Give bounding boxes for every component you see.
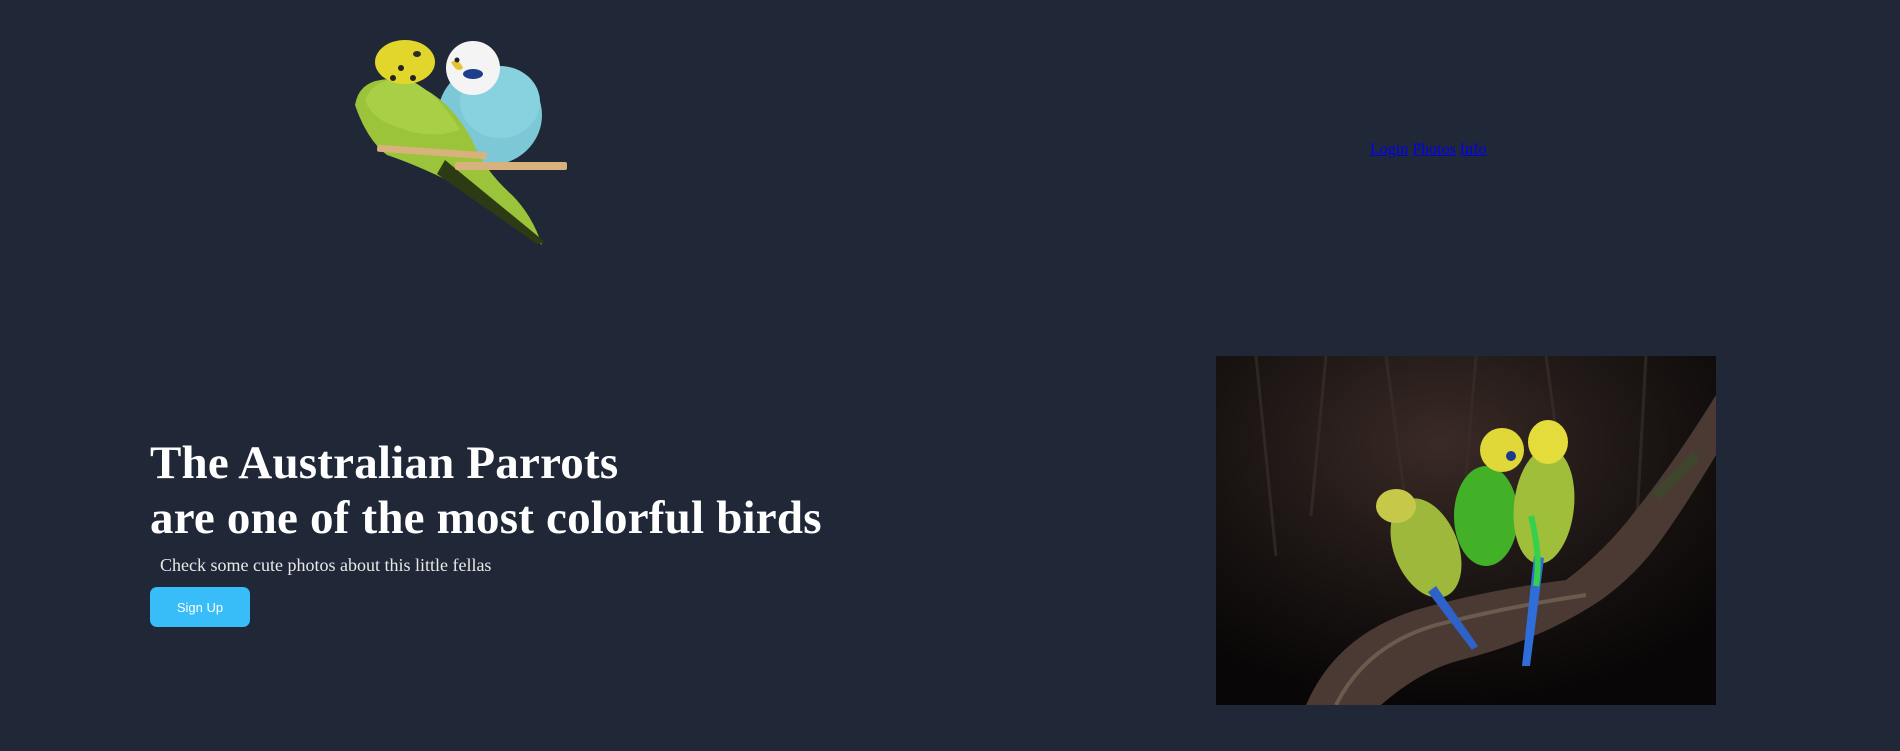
- landing-page: Login Photos Info The Australian Parrots…: [0, 0, 1900, 751]
- nav-info-link[interactable]: Info: [1460, 141, 1487, 158]
- hero-section: The Australian Parrots are one of the mo…: [150, 436, 910, 627]
- signup-button[interactable]: Sign Up: [150, 587, 250, 627]
- two-budgies-icon: [355, 40, 567, 246]
- nav-photos-link[interactable]: Photos: [1412, 141, 1456, 158]
- hero-title: The Australian Parrots are one of the mo…: [150, 436, 910, 546]
- hero-title-line-1: The Australian Parrots: [150, 437, 619, 489]
- hero-subtitle: Check some cute photos about this little…: [160, 555, 492, 575]
- nav-login-link[interactable]: Login: [1370, 141, 1408, 158]
- hero-title-line-2: are one of the most colorful birds: [150, 492, 822, 544]
- logo[interactable]: [345, 40, 605, 250]
- budgies-photo: [1216, 356, 1716, 705]
- budgies-on-branch-photo: [1216, 356, 1716, 705]
- top-nav: Login Photos Info: [1370, 141, 1486, 159]
